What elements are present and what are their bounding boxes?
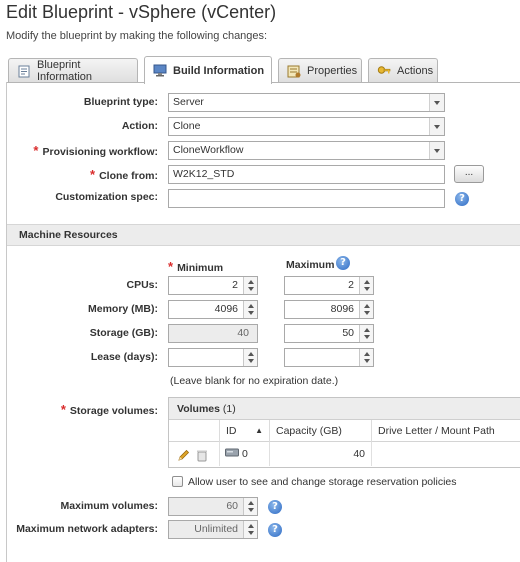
stepper-arrows-icon[interactable] bbox=[359, 301, 373, 318]
blueprint-type-value: Server bbox=[173, 96, 204, 108]
max-network-adapters-stepper[interactable]: Unlimited bbox=[168, 520, 258, 539]
sort-ascending-icon: ▲ bbox=[255, 426, 263, 435]
stepper-arrows-icon[interactable] bbox=[243, 521, 257, 538]
volume-capacity-cell[interactable]: 40 bbox=[269, 442, 371, 466]
stepper-arrows-icon[interactable] bbox=[359, 325, 373, 342]
action-value: Clone bbox=[173, 120, 201, 132]
document-icon bbox=[17, 65, 31, 78]
tab-label: Properties bbox=[307, 65, 358, 77]
customization-spec-input[interactable] bbox=[168, 189, 445, 208]
stepper-arrows-icon[interactable] bbox=[359, 349, 373, 366]
maximum-header: Maximum bbox=[286, 259, 335, 271]
provisioning-workflow-value: CloneWorkflow bbox=[173, 144, 244, 156]
tab-build-information[interactable]: Build Information bbox=[144, 56, 272, 84]
tab-properties[interactable]: Properties bbox=[278, 58, 362, 83]
lease-label: Lease (days): bbox=[90, 351, 158, 363]
storage-min-field: 40 bbox=[168, 324, 258, 343]
actions-column-header bbox=[169, 420, 219, 442]
table-row: 0 40 bbox=[169, 442, 520, 466]
volume-drive-cell[interactable] bbox=[371, 442, 520, 466]
cpus-max-stepper[interactable]: 2 bbox=[284, 276, 374, 295]
cpus-min-stepper[interactable]: 2 bbox=[168, 276, 258, 295]
storage-max-stepper[interactable]: 50 bbox=[284, 324, 374, 343]
max-volumes-label: Maximum volumes: bbox=[60, 500, 158, 512]
allow-policy-label: Allow user to see and change storage res… bbox=[188, 476, 457, 488]
cpus-label: CPUs: bbox=[126, 279, 158, 291]
max-network-adapters-label: Maximum network adapters: bbox=[16, 523, 158, 535]
tab-blueprint-information[interactable]: Blueprint Information bbox=[8, 58, 138, 83]
id-column-header[interactable]: ID ▲ bbox=[219, 420, 269, 442]
lease-min-stepper[interactable] bbox=[168, 348, 258, 367]
customization-spec-label: Customization spec: bbox=[55, 191, 158, 203]
chevron-down-icon[interactable] bbox=[429, 142, 444, 159]
help-icon[interactable]: ? bbox=[268, 523, 282, 537]
volume-id-cell: 0 bbox=[219, 442, 269, 466]
chevron-down-icon[interactable] bbox=[429, 94, 444, 111]
volumes-grid-title: Volumes (1) bbox=[169, 398, 520, 420]
volumes-grid-header: ID ▲ Capacity (GB) Drive Letter / Mount … bbox=[169, 420, 520, 442]
lease-note: (Leave blank for no expiration date.) bbox=[170, 375, 339, 387]
minimum-header: * Minimum bbox=[168, 259, 224, 274]
stepper-arrows-icon[interactable] bbox=[243, 349, 257, 366]
page-title: Edit Blueprint - vSphere (vCenter) bbox=[6, 2, 277, 22]
required-marker: * bbox=[90, 167, 96, 182]
blueprint-type-select[interactable]: Server bbox=[168, 93, 445, 112]
volumes-count: (1) bbox=[222, 403, 236, 415]
lease-max-stepper[interactable] bbox=[284, 348, 374, 367]
machine-resources-header: Machine Resources bbox=[7, 224, 520, 246]
provisioning-workflow-select[interactable]: CloneWorkflow bbox=[168, 141, 445, 160]
tab-actions[interactable]: Actions bbox=[368, 58, 438, 83]
tab-label: Blueprint Information bbox=[37, 59, 93, 83]
action-select[interactable]: Clone bbox=[168, 117, 445, 136]
memory-max-stepper[interactable]: 8096 bbox=[284, 300, 374, 319]
key-icon bbox=[377, 65, 391, 78]
stepper-arrows-icon[interactable] bbox=[243, 301, 257, 318]
help-icon[interactable]: ? bbox=[268, 500, 282, 514]
capacity-column-header[interactable]: Capacity (GB) bbox=[269, 420, 371, 442]
memory-label: Memory (MB): bbox=[88, 303, 158, 315]
volumes-grid: Volumes (1) ID ▲ Capacity (GB) Drive Let… bbox=[168, 397, 520, 468]
tab-bar: Blueprint Information Build Information … bbox=[6, 56, 520, 84]
provisioning-workflow-label: * Provisioning workflow: bbox=[33, 143, 158, 158]
tab-label: Actions bbox=[397, 65, 434, 77]
page-subtitle: Modify the blueprint by making the follo… bbox=[6, 30, 268, 42]
stepper-arrows-icon[interactable] bbox=[243, 277, 257, 294]
properties-icon bbox=[287, 65, 301, 78]
memory-min-stepper[interactable]: 4096 bbox=[168, 300, 258, 319]
required-marker: * bbox=[168, 259, 174, 274]
pencil-icon[interactable] bbox=[177, 447, 190, 471]
storage-label: Storage (GB): bbox=[89, 327, 158, 339]
stepper-arrows-icon[interactable] bbox=[243, 498, 257, 515]
row-actions bbox=[169, 442, 219, 466]
computer-icon bbox=[153, 64, 167, 77]
clone-from-input[interactable]: W2K12_STD bbox=[168, 165, 445, 184]
tab-label: Build Information bbox=[173, 64, 265, 77]
drive-column-header[interactable]: Drive Letter / Mount Path bbox=[371, 420, 520, 442]
chevron-down-icon[interactable] bbox=[429, 118, 444, 135]
trash-icon[interactable] bbox=[196, 447, 208, 471]
disk-icon bbox=[225, 442, 239, 466]
help-icon[interactable]: ? bbox=[455, 192, 469, 206]
action-label: Action: bbox=[121, 120, 158, 132]
max-volumes-stepper[interactable]: 60 bbox=[168, 497, 258, 516]
stepper-arrows-icon[interactable] bbox=[359, 277, 373, 294]
browse-button[interactable]: ... bbox=[454, 165, 484, 183]
allow-policy-checkbox[interactable] bbox=[172, 476, 183, 487]
blueprint-type-label: Blueprint type: bbox=[83, 96, 158, 108]
clone-from-label: * Clone from: bbox=[90, 167, 158, 182]
required-marker: * bbox=[33, 143, 39, 158]
help-icon[interactable]: ? bbox=[336, 256, 350, 270]
required-marker: * bbox=[60, 402, 66, 417]
storage-volumes-label: * Storage volumes: bbox=[60, 402, 158, 417]
